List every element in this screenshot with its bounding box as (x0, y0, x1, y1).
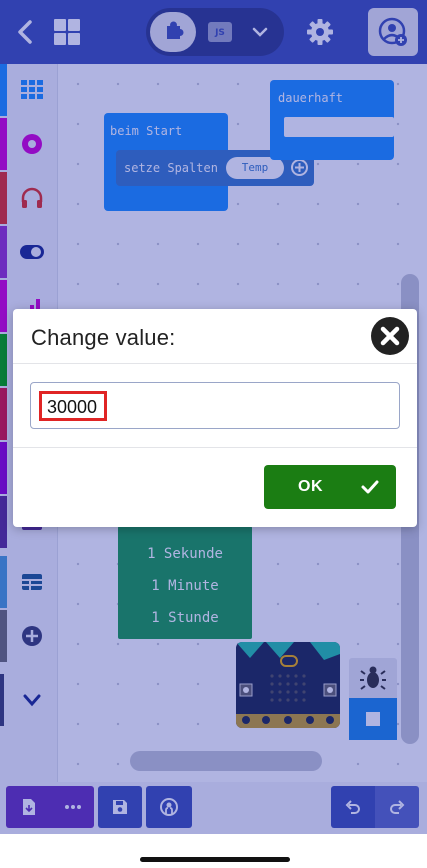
value-field[interactable] (30, 382, 400, 429)
value-input[interactable] (47, 396, 347, 418)
dialog-divider (13, 447, 417, 448)
home-indicator (140, 857, 290, 862)
ok-button[interactable]: OK (264, 465, 396, 509)
change-value-dialog: Change value: OK (13, 309, 417, 527)
close-icon (380, 326, 400, 346)
checkmark-icon (361, 480, 379, 494)
close-button[interactable] (371, 317, 409, 355)
dialog-divider (13, 363, 417, 364)
dialog-title: Change value: (31, 325, 176, 350)
ok-label: OK (298, 478, 323, 495)
